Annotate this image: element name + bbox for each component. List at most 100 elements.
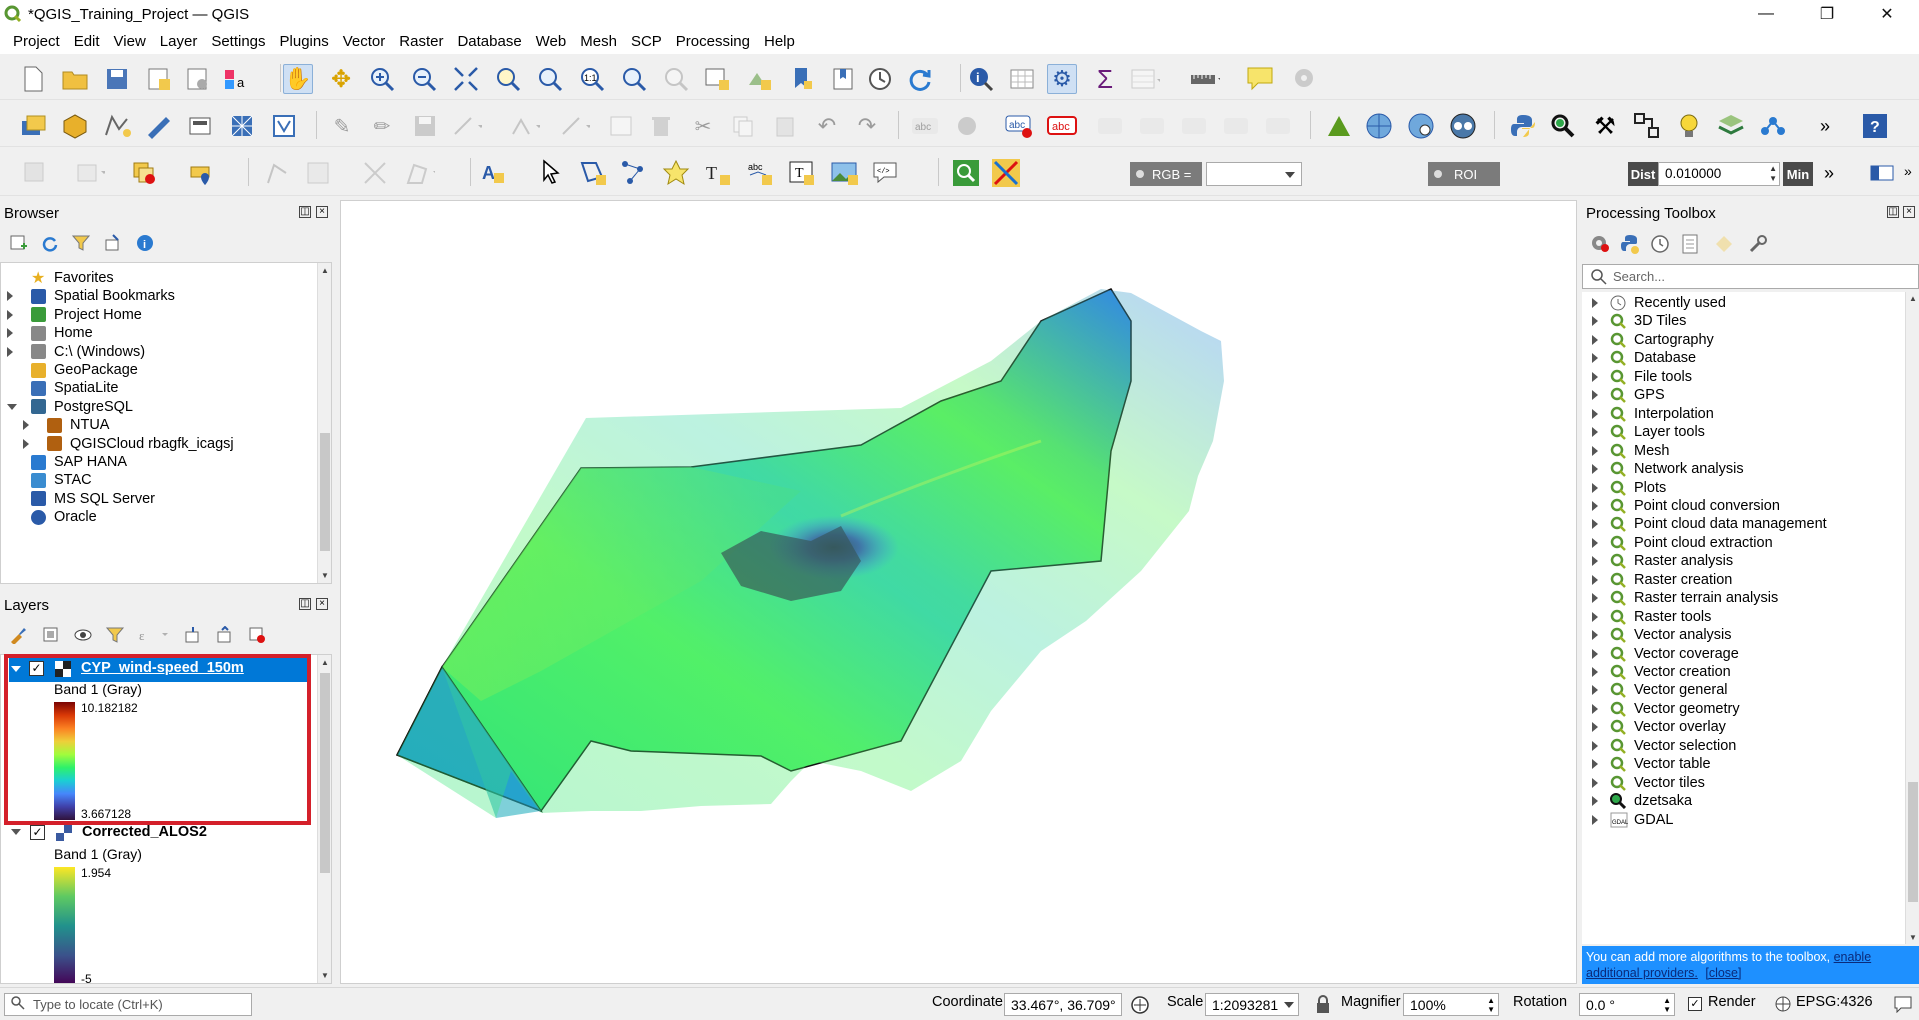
expand-arrow-icon[interactable] (1592, 667, 1598, 677)
remove-layer-icon[interactable] (248, 626, 266, 648)
python-scripts-icon[interactable] (1620, 234, 1640, 258)
label-highlight-icon[interactable]: abc (1047, 111, 1077, 141)
expand-arrow-icon[interactable] (1592, 445, 1598, 456)
layer-visibility-checkbox[interactable]: ✓ (30, 825, 45, 840)
expand-arrow-icon[interactable] (1592, 334, 1598, 345)
undo-icon[interactable]: ↶ (812, 111, 842, 141)
pan-to-selection-icon[interactable]: ✥ (326, 64, 356, 94)
expand-arrow-icon[interactable] (1592, 556, 1598, 567)
messages-icon[interactable] (1893, 995, 1913, 1017)
expand-arrow-icon[interactable] (1592, 722, 1598, 733)
open-project-icon[interactable] (60, 64, 90, 94)
zoom-last-icon[interactable] (619, 64, 649, 94)
vertex-editor-icon[interactable] (75, 158, 105, 188)
new-map-view-icon[interactable] (703, 64, 733, 94)
expand-arrow-icon[interactable] (7, 346, 13, 357)
layout-manager-icon[interactable] (183, 64, 213, 94)
zoom-native-icon[interactable]: 1:1 (577, 64, 607, 94)
processing-scrollbar[interactable]: ▲ ▼ (1905, 292, 1919, 944)
expand-arrow-icon[interactable] (1592, 500, 1598, 511)
modify-attributes-icon[interactable] (560, 111, 590, 141)
expand-arrow-icon[interactable] (1592, 298, 1598, 308)
python-console-icon[interactable] (1508, 111, 1538, 141)
menu-processing[interactable]: Processing (669, 33, 757, 50)
expand-arrow-icon[interactable] (1592, 574, 1598, 585)
text-along-line-icon[interactable]: abc (746, 158, 776, 188)
expand-arrow-icon[interactable] (7, 309, 13, 320)
browser-item[interactable]: Oracle (1, 506, 97, 528)
reshape-features-icon[interactable] (360, 158, 390, 188)
menu-web[interactable]: Web (529, 33, 574, 50)
network-nodes-icon[interactable] (1758, 111, 1788, 141)
filter-browser-icon[interactable] (71, 234, 91, 256)
expand-arrow-icon[interactable] (11, 829, 21, 835)
expand-arrow-icon[interactable] (1592, 464, 1598, 475)
new-bookmark-icon[interactable] (787, 64, 817, 94)
expand-arrow-icon[interactable] (1592, 648, 1598, 659)
float-panel-icon[interactable]: ◫ (299, 206, 311, 218)
collapse-all-icon[interactable] (104, 234, 122, 256)
map-canvas[interactable] (340, 200, 1577, 984)
identify-features-icon[interactable]: i (966, 64, 996, 94)
close-panel-icon[interactable]: × (316, 206, 328, 218)
tools-icon[interactable]: ⚒ (1590, 111, 1620, 141)
open-attribute-table-icon[interactable] (1007, 64, 1037, 94)
menu-database[interactable]: Database (450, 33, 528, 50)
menu-mesh[interactable]: Mesh (573, 33, 624, 50)
roi-button[interactable]: ROI (1428, 162, 1500, 186)
measure-icon[interactable] (1190, 64, 1220, 94)
expand-arrow-icon[interactable] (7, 291, 13, 302)
new-project-icon[interactable] (18, 64, 48, 94)
pan-map-icon[interactable]: ✋ (283, 64, 313, 94)
statistical-summary-icon[interactable]: Σ (1090, 64, 1120, 94)
locator-search-input[interactable]: Type to locate (Ctrl+K) (4, 993, 252, 1016)
digitize-icon[interactable] (144, 111, 174, 141)
show-bookmarks-icon[interactable] (828, 64, 858, 94)
globe-info-icon[interactable] (1364, 111, 1394, 141)
crs-globe-icon[interactable] (1775, 996, 1791, 1016)
html-annotation-icon[interactable]: </> (872, 158, 902, 188)
models-gear-icon[interactable] (1590, 234, 1610, 258)
filter-expression-icon[interactable]: ε (138, 626, 172, 648)
layers-scrollbar[interactable]: ▲ ▼ (317, 655, 331, 983)
crs-label[interactable]: EPSG:4326 (1796, 994, 1873, 1010)
menu-project[interactable]: Project (6, 33, 67, 50)
text-annotation-icon[interactable]: A (480, 158, 510, 188)
change-label-icon[interactable] (1263, 111, 1293, 141)
toolbar-overflow-icon-3[interactable]: » (1904, 163, 1912, 179)
zoom-to-layer-icon[interactable] (535, 64, 565, 94)
history-clock-icon[interactable] (1650, 234, 1670, 258)
zoom-next-icon[interactable] (661, 64, 691, 94)
properties-info-icon[interactable]: i (136, 234, 154, 256)
save-project-icon[interactable] (102, 64, 132, 94)
render-checkbox[interactable]: ✓ (1688, 997, 1702, 1011)
select-annotation-icon[interactable] (536, 158, 566, 188)
split-features-icon[interactable] (303, 158, 333, 188)
text-point-annotation-icon[interactable]: T (704, 158, 734, 188)
zoom-out-icon[interactable] (409, 64, 439, 94)
layers-stack-icon[interactable] (1716, 111, 1746, 141)
show-labels-icon[interactable] (1137, 111, 1167, 141)
expand-arrow-icon[interactable] (1592, 353, 1598, 364)
add-group-icon[interactable] (42, 626, 60, 648)
expand-arrow-icon[interactable] (1592, 390, 1598, 401)
expand-arrow-icon[interactable] (1592, 316, 1598, 327)
expand-arrow-icon[interactable] (1592, 630, 1598, 641)
edit-features-in-place-icon[interactable] (1714, 234, 1734, 258)
label-abc-icon[interactable]: abc (910, 111, 940, 141)
zoom-in-icon[interactable] (367, 64, 397, 94)
processing-search-input[interactable]: Search... (1582, 264, 1919, 289)
refresh-icon[interactable] (905, 64, 935, 94)
menu-view[interactable]: View (107, 33, 153, 50)
save-edits-icon[interactable] (410, 111, 440, 141)
magnifier-spinbox[interactable]: 100% ▲ ▼ (1403, 993, 1499, 1016)
scp-triangle-icon[interactable] (1324, 111, 1354, 141)
expand-arrow-icon[interactable] (1592, 519, 1598, 530)
rotation-spinbox[interactable]: 0.0 ° ▲ ▼ (1579, 993, 1675, 1016)
plugin-gear-icon[interactable] (1291, 64, 1321, 94)
toggle-editing-icon[interactable]: ✏ (367, 111, 397, 141)
coordinate-field[interactable]: 33.467°, 36.709° (1004, 993, 1122, 1016)
expand-arrow-icon[interactable] (1592, 703, 1598, 714)
edit-pencil-icon[interactable]: ✎ (327, 111, 357, 141)
float-layers-panel-icon[interactable]: ◫ (299, 598, 311, 610)
